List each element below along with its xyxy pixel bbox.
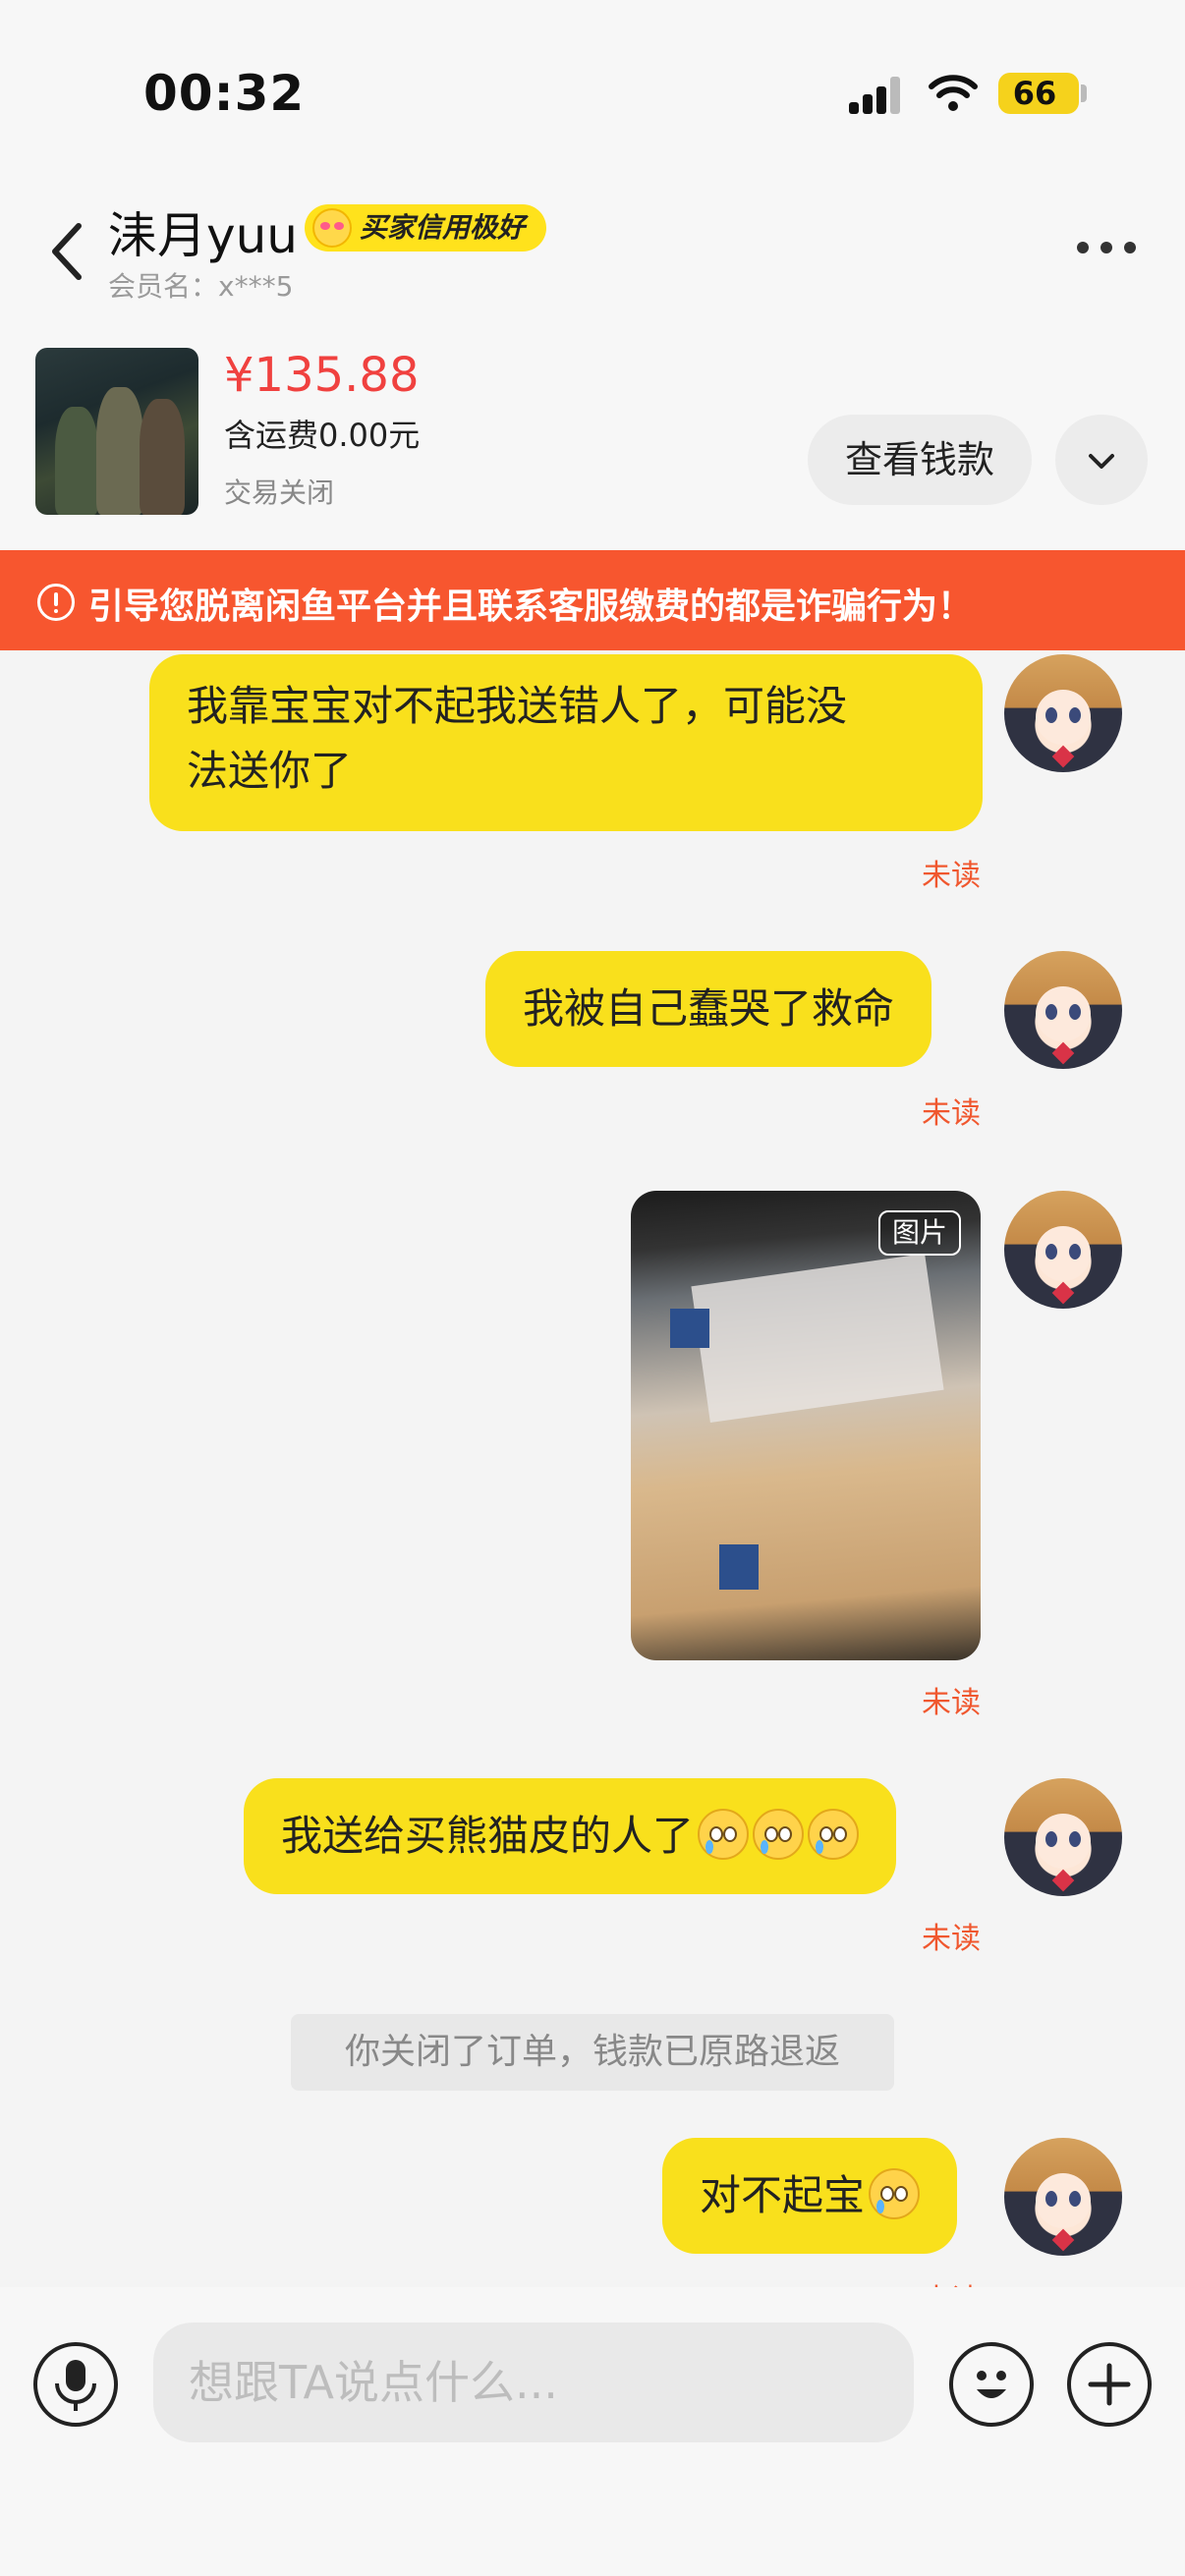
battery-cap: [1081, 84, 1087, 102]
message-bubble[interactable]: 我靠宝宝对不起我送错人了，可能没 法送你了: [149, 654, 983, 831]
microphone-icon: [55, 2360, 96, 2411]
shipping-fee: 含运费0.00元: [224, 417, 421, 454]
seller-name[interactable]: 洡月yuu: [108, 196, 298, 267]
clock: 00:32: [143, 65, 306, 122]
warning-text: 引导您脱离闲鱼平台并且联系客服缴费的都是诈骗行为！: [88, 587, 974, 627]
image-message[interactable]: 图片: [631, 1191, 981, 1660]
emoji-button[interactable]: [949, 2342, 1034, 2427]
fraud-warning-banner: 引导您脱离闲鱼平台并且联系客服缴费的都是诈骗行为！: [0, 550, 1185, 650]
read-status: 未读: [922, 1922, 981, 1956]
back-arrow-icon[interactable]: [49, 222, 88, 281]
loudly-crying-face-icon: [869, 2168, 921, 2219]
avatar[interactable]: [1004, 1191, 1122, 1309]
cellular-signal-icon: [849, 75, 908, 114]
message-text: 我送给买熊猫皮的人了: [281, 1812, 695, 1860]
plus-icon: [1088, 2363, 1131, 2406]
warning-icon: [37, 584, 75, 621]
message-text-line: 我靠宝宝对不起我送错人了，可能没: [187, 682, 848, 730]
more-options-icon[interactable]: [1077, 242, 1138, 255]
avatar[interactable]: [1004, 654, 1122, 772]
crying-face-icon: [698, 1809, 750, 1860]
message-bubble[interactable]: 我被自己蠢哭了救命: [485, 951, 932, 1067]
chevron-down-icon: [1089, 454, 1114, 469]
read-status: 未读: [922, 2275, 981, 2287]
battery-icon: 66: [998, 73, 1079, 114]
avatar[interactable]: [1004, 951, 1122, 1069]
smile-face-icon: [312, 208, 352, 248]
message-bubble[interactable]: 我送给买熊猫皮的人了: [244, 1778, 897, 1894]
battery-level: 66: [1012, 75, 1057, 112]
product-card[interactable]: ¥135.88 含运费0.00元 交易关闭 查看钱款: [0, 305, 1185, 550]
message-input[interactable]: [153, 2323, 914, 2442]
system-message: 你关闭了订单，钱款已原路退返: [291, 2014, 894, 2091]
message-text: 对不起宝: [700, 2171, 866, 2219]
product-price: ¥135.88: [224, 348, 420, 403]
message-bubble[interactable]: 对不起宝: [662, 2138, 958, 2254]
smiley-icon: [977, 2371, 1006, 2398]
voice-button[interactable]: [33, 2342, 118, 2427]
read-status: 未读: [922, 859, 981, 893]
credit-badge[interactable]: 买家信用极好: [305, 204, 547, 252]
view-funds-button[interactable]: 查看钱款: [808, 415, 1032, 505]
expand-button[interactable]: [1055, 415, 1148, 505]
avatar[interactable]: [1004, 2138, 1122, 2256]
trade-status: 交易关闭: [224, 476, 335, 509]
read-status: 未读: [922, 1686, 981, 1720]
message-text-line: 法送你了: [187, 747, 353, 795]
credit-badge-label: 买家信用极好: [360, 211, 526, 244]
avatar[interactable]: [1004, 1778, 1122, 1896]
chat-messages[interactable]: 我靠宝宝对不起我送错人了，可能没 法送你了 未读 我被自己蠢哭了救命 未读 图片…: [0, 650, 1185, 2287]
message-text: 我被自己蠢哭了救命: [523, 984, 895, 1033]
status-bar: 00:32 66: [0, 0, 1185, 187]
read-status: 未读: [922, 1096, 981, 1131]
member-name: 会员名：x***5: [108, 270, 294, 303]
wifi-icon: [929, 75, 978, 111]
image-tag: 图片: [877, 1210, 961, 1256]
crying-face-icon: [753, 1809, 805, 1860]
chat-header: 洡月yuu 买家信用极好 会员名：x***5: [0, 187, 1185, 305]
crying-face-icon: [808, 1809, 860, 1860]
message-input-bar: [0, 2287, 1185, 2576]
more-actions-button[interactable]: [1067, 2342, 1152, 2427]
product-thumbnail[interactable]: [35, 348, 198, 515]
